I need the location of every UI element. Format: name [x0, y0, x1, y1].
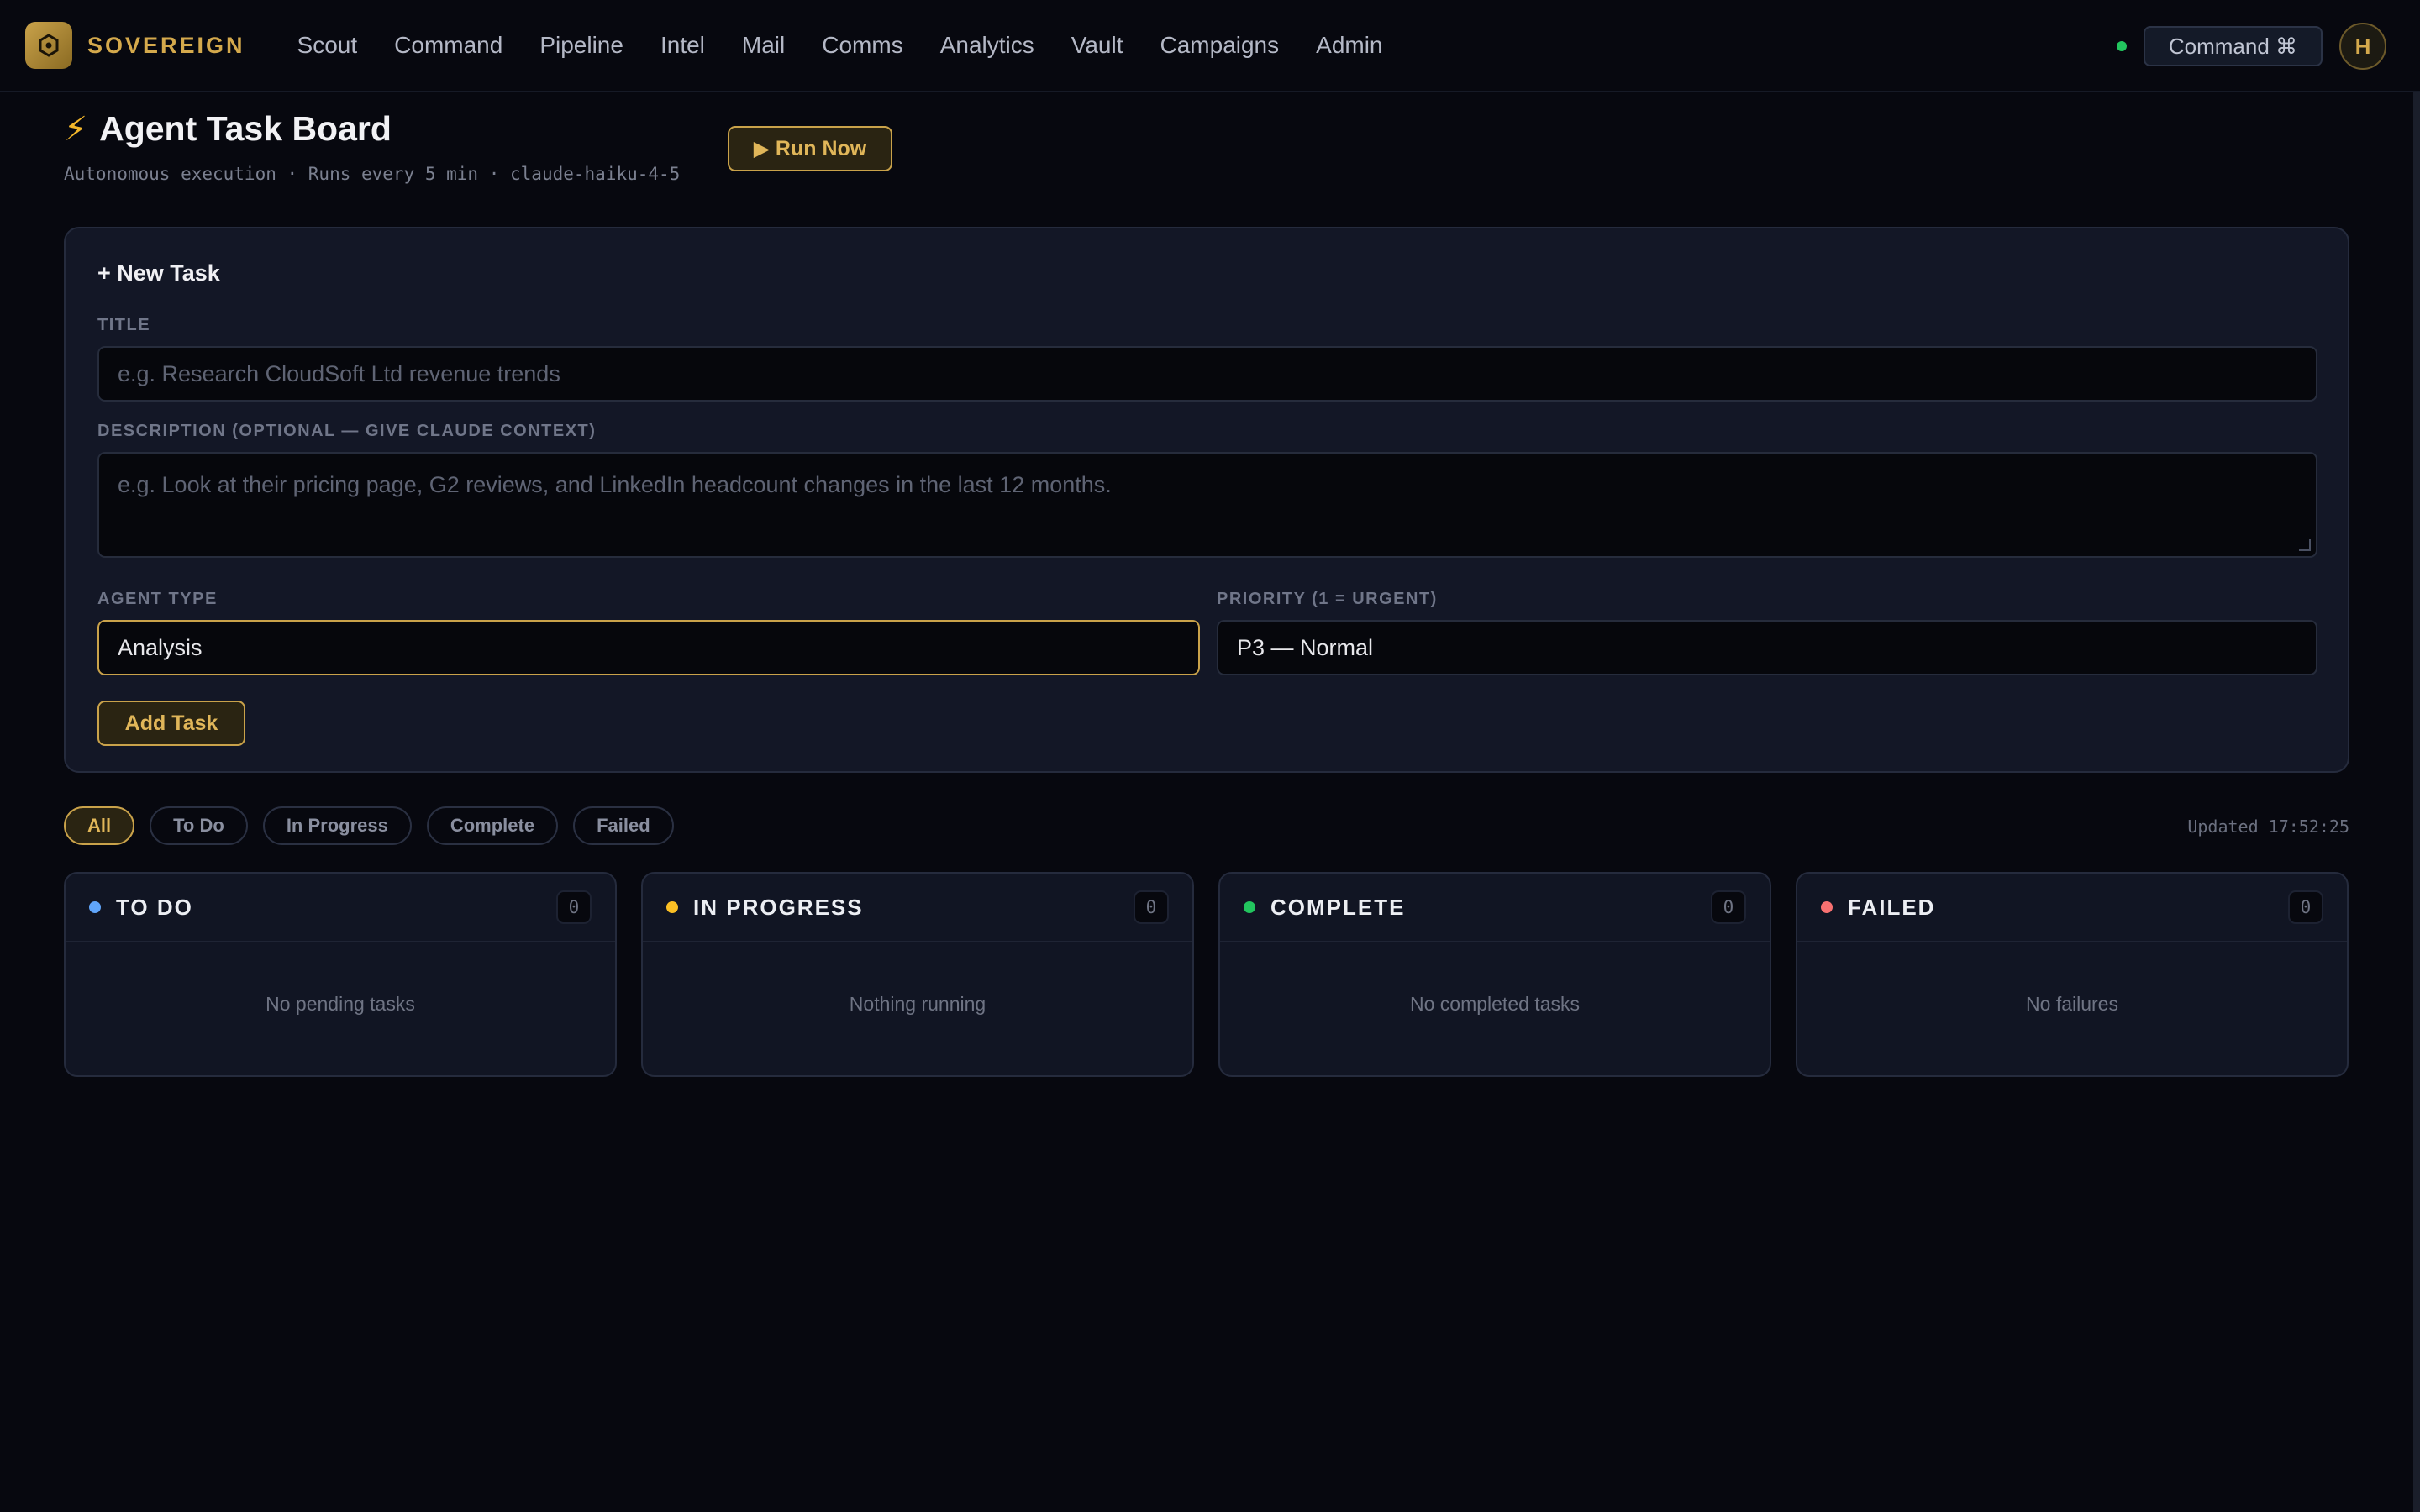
agent-type-label: AGENT TYPE [97, 590, 218, 608]
empty-state: No completed tasks [1410, 993, 1580, 1015]
column-count-badge: 0 [556, 890, 592, 924]
column-header: COMPLETE 0 [1220, 874, 1770, 942]
nav-item-analytics[interactable]: Analytics [922, 32, 1053, 59]
column-header: IN PROGRESS 0 [643, 874, 1192, 942]
nav-item-pipeline[interactable]: Pipeline [521, 32, 642, 59]
column-title: COMPLETE [1270, 894, 1406, 920]
description-textarea[interactable]: e.g. Look at their pricing page, G2 revi… [97, 452, 2317, 558]
nav-item-comms[interactable]: Comms [803, 32, 921, 59]
column-header: TO DO 0 [66, 874, 615, 942]
agent-type-select[interactable]: Analysis [97, 620, 1200, 675]
column-to-do: TO DO 0 No pending tasks [64, 872, 617, 1077]
lightning-icon: ⚡ [64, 110, 88, 148]
column-count-badge: 0 [1134, 890, 1169, 924]
priority-label: PRIORITY (1 = URGENT) [1217, 590, 1438, 608]
top-nav-bar: SOVEREIGN Scout Command Pipeline Intel M… [0, 0, 2420, 92]
column-failed: FAILED 0 No failures [1796, 872, 2349, 1077]
logo-hexagon-icon [25, 22, 72, 69]
title-input[interactable]: e.g. Research CloudSoft Ltd revenue tren… [97, 346, 2317, 402]
title-label: TITLE [97, 316, 151, 334]
page-scrollbar[interactable] [2413, 92, 2420, 1512]
status-dot-icon [1244, 901, 1255, 913]
filter-all[interactable]: All [64, 806, 135, 845]
nav-item-scout[interactable]: Scout [279, 32, 376, 59]
command-palette-button[interactable]: Command ⌘ [2143, 26, 2323, 66]
nav-item-intel[interactable]: Intel [642, 32, 723, 59]
empty-state: No failures [2026, 993, 2118, 1015]
nav-item-admin[interactable]: Admin [1297, 32, 1401, 59]
run-now-button[interactable]: ▶ Run Now [728, 126, 892, 171]
empty-state: Nothing running [849, 993, 986, 1015]
page-title: Agent Task Board [99, 109, 392, 148]
status-filters: All To Do In Progress Complete Failed [64, 806, 674, 845]
filter-to-do[interactable]: To Do [150, 806, 248, 845]
status-dot-icon [89, 901, 101, 913]
column-count-badge: 0 [2288, 890, 2323, 924]
new-task-heading: + New Task [97, 260, 220, 286]
column-in-progress: IN PROGRESS 0 Nothing running [641, 872, 1194, 1077]
brand-name: SOVEREIGN [87, 32, 245, 58]
description-placeholder: e.g. Look at their pricing page, G2 revi… [118, 472, 1112, 497]
nav-item-campaigns[interactable]: Campaigns [1142, 32, 1298, 59]
empty-state: No pending tasks [266, 993, 415, 1015]
avatar[interactable]: H [2339, 23, 2386, 70]
column-complete: COMPLETE 0 No completed tasks [1218, 872, 1771, 1077]
column-title: IN PROGRESS [693, 894, 864, 920]
page-subtitle: Autonomous execution · Runs every 5 min … [64, 164, 681, 184]
column-count-badge: 0 [1711, 890, 1746, 924]
resize-handle-icon[interactable] [2299, 539, 2311, 551]
updated-timestamp: Updated 17:52:25 [2187, 816, 2349, 837]
brand[interactable]: SOVEREIGN [25, 22, 245, 69]
filter-in-progress[interactable]: In Progress [262, 806, 412, 845]
page-header: ⚡ Agent Task Board Autonomous execution … [64, 109, 680, 184]
filter-failed[interactable]: Failed [573, 806, 674, 845]
filter-complete[interactable]: Complete [426, 806, 559, 845]
column-title: FAILED [1848, 894, 1936, 920]
main-nav: Scout Command Pipeline Intel Mail Comms … [279, 32, 1402, 59]
column-title: TO DO [116, 894, 193, 920]
add-task-button[interactable]: Add Task [97, 701, 245, 746]
priority-select[interactable]: P3 — Normal [1217, 620, 2317, 675]
nav-item-command[interactable]: Command [376, 32, 521, 59]
column-header: FAILED 0 [1797, 874, 2347, 942]
nav-right: Command ⌘ H [2116, 0, 2386, 92]
page: SOVEREIGN Scout Command Pipeline Intel M… [0, 0, 2420, 1512]
status-dot-icon [1821, 901, 1833, 913]
nav-item-vault[interactable]: Vault [1053, 32, 1142, 59]
new-task-card: + New Task TITLE e.g. Research CloudSoft… [64, 227, 2349, 773]
nav-item-mail[interactable]: Mail [723, 32, 803, 59]
status-indicator [2116, 41, 2127, 51]
description-label: DESCRIPTION (OPTIONAL — GIVE CLAUDE CONT… [97, 422, 597, 440]
status-dot-icon [666, 901, 678, 913]
